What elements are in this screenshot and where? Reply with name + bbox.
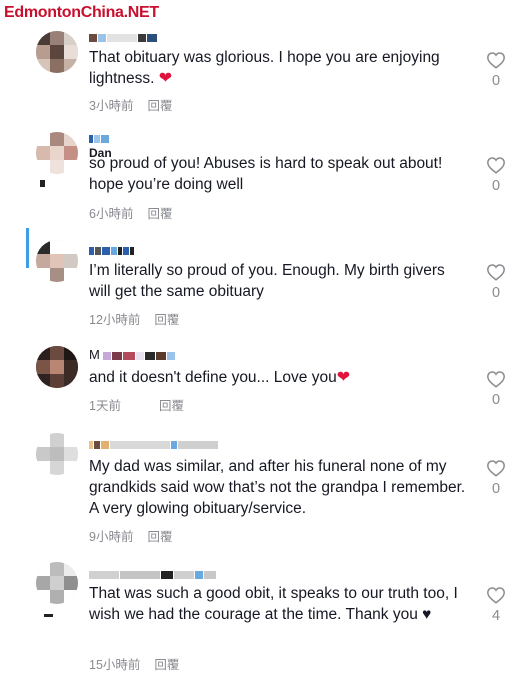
heart-outline-icon[interactable]	[486, 156, 506, 174]
heart-emoji: ❤	[336, 369, 351, 386]
comment-text: My dad was similar, and after his funera…	[89, 458, 466, 517]
comment-username[interactable]	[89, 29, 158, 43]
like-control[interactable]: 0	[485, 263, 507, 301]
comment-username[interactable]	[89, 242, 135, 256]
avatar[interactable]	[36, 240, 78, 282]
reply-button[interactable]: 回覆	[147, 530, 172, 544]
avatar[interactable]	[36, 346, 78, 388]
comment-timestamp: 1天前	[89, 399, 121, 413]
like-count: 0	[491, 392, 501, 408]
comment-timestamp: 15小時前	[89, 658, 141, 672]
comment-item: M and it doesn't define you... Love you❤…	[0, 346, 530, 416]
like-control[interactable]: 0	[485, 51, 507, 89]
like-control[interactable]: 0	[485, 370, 507, 408]
comment-text: and it doesn't define you... Love you❤	[89, 369, 351, 386]
like-control[interactable]: 0	[485, 156, 507, 194]
comment-item: That was such a good obit, it speaks to …	[0, 562, 530, 677]
like-count: 0	[491, 73, 501, 89]
heart-outline-icon[interactable]	[486, 586, 506, 604]
comment-item: That obituary was glorious. I hope you a…	[0, 31, 530, 116]
reply-button[interactable]: 回覆	[147, 99, 172, 113]
like-control[interactable]: 0	[485, 459, 507, 497]
comment-meta: 15小時前 回覆	[89, 654, 179, 673]
like-count: 0	[491, 481, 501, 497]
avatar[interactable]	[36, 433, 78, 475]
comment-text: That was such a good obit, it speaks to …	[89, 585, 458, 623]
heart-emoji: ♥	[422, 606, 432, 623]
comment-item: Dan so proud of you! Abuses is hard to s…	[0, 132, 530, 224]
heart-outline-icon[interactable]	[486, 459, 506, 477]
comment-meta: 12小時前 回覆	[89, 309, 179, 328]
heart-outline-icon[interactable]	[486, 51, 506, 69]
comment-timestamp: 9小時前	[89, 530, 134, 544]
watermark-logo: EdmontonChina.NET	[4, 4, 159, 21]
comment-timestamp: 3小時前	[89, 99, 134, 113]
comment-text: I’m literally so proud of you. Enough. M…	[89, 262, 445, 300]
comment-username[interactable]	[89, 566, 217, 580]
reply-button[interactable]: 回覆	[154, 313, 179, 327]
like-count: 0	[491, 285, 501, 301]
comment-username[interactable]: Dan	[89, 130, 112, 160]
like-count: 0	[491, 178, 501, 194]
avatar[interactable]	[36, 132, 78, 174]
comment-item: I’m literally so proud of you. Enough. M…	[0, 240, 530, 330]
reply-button[interactable]: 回覆	[154, 658, 179, 672]
comment-timestamp: 6小時前	[89, 207, 134, 221]
comment-username[interactable]	[89, 436, 219, 450]
avatar-fragment	[40, 180, 45, 187]
heart-outline-icon[interactable]	[486, 370, 506, 388]
reply-button[interactable]: 回覆	[147, 207, 172, 221]
comment-meta: 1天前 回覆	[89, 395, 184, 414]
reply-button[interactable]: 回覆	[159, 399, 184, 413]
comment-item: My dad was similar, and after his funera…	[0, 433, 530, 548]
heart-emoji: ❤	[158, 70, 173, 87]
comment-timestamp: 12小時前	[89, 313, 141, 327]
avatar[interactable]	[36, 562, 78, 604]
comment-text: That obituary was glorious. I hope you a…	[89, 49, 440, 87]
avatar[interactable]	[36, 31, 78, 73]
comment-meta: 3小時前 回覆	[89, 95, 172, 114]
avatar-fragment	[44, 614, 53, 617]
comment-meta: 9小時前 回覆	[89, 526, 172, 545]
comment-text: so proud of you! Abuses is hard to speak…	[89, 155, 443, 193]
heart-outline-icon[interactable]	[486, 263, 506, 281]
like-control[interactable]: 4	[485, 586, 507, 624]
comment-meta: 6小時前 回覆	[89, 203, 172, 222]
comment-username[interactable]: M	[89, 347, 176, 362]
like-count: 4	[491, 608, 501, 624]
